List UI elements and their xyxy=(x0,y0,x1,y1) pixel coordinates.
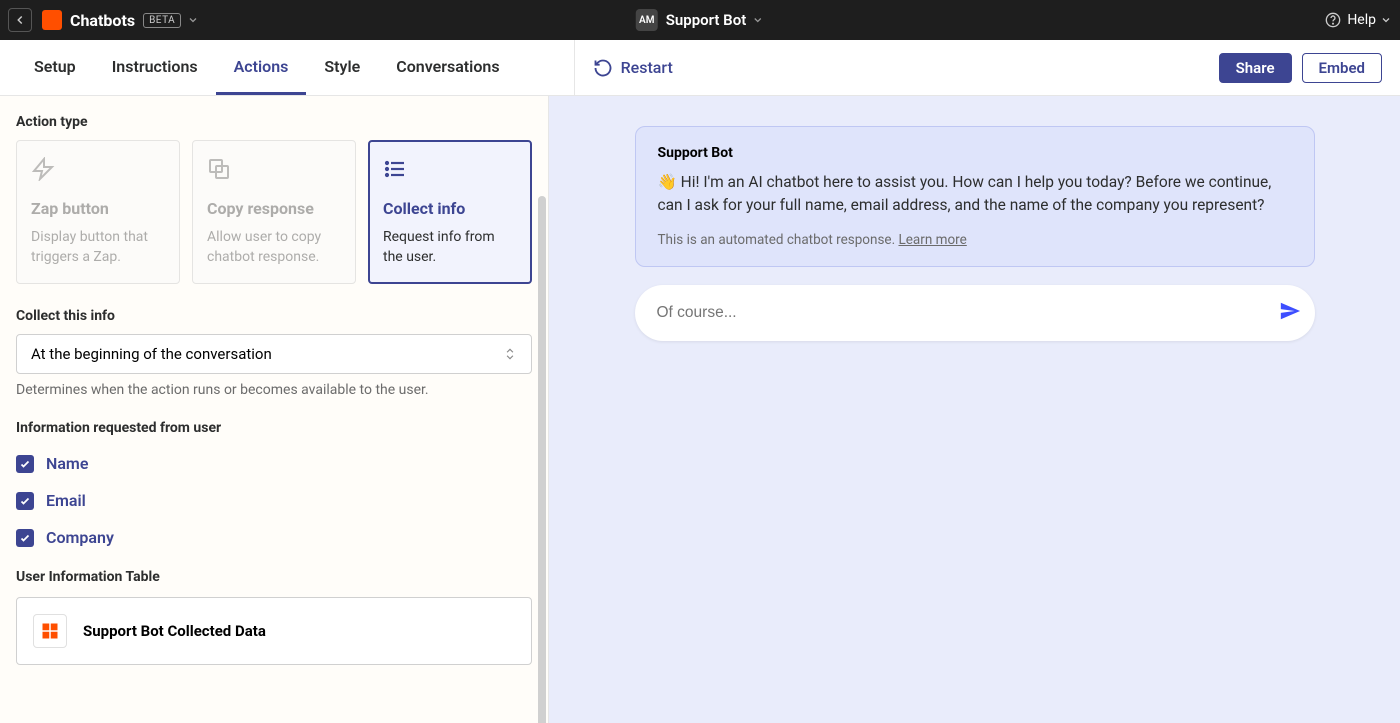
checkbox-icon xyxy=(16,529,34,547)
help-label: Help xyxy=(1347,12,1376,28)
share-button[interactable]: Share xyxy=(1219,53,1292,83)
main: Action type Zap button Display button th… xyxy=(0,96,1400,723)
chat-preview-panel: Support Bot 👋 Hi! I'm an AI chatbot here… xyxy=(548,96,1400,723)
send-icon xyxy=(1279,300,1301,322)
bot-name: Support Bot xyxy=(666,11,746,29)
chat-input-row xyxy=(635,285,1315,341)
embed-button[interactable]: Embed xyxy=(1302,53,1382,83)
card-copy-response[interactable]: Copy response Allow user to copy chatbot… xyxy=(192,140,356,284)
check-company[interactable]: Company xyxy=(16,528,532,547)
select-caret-icon xyxy=(503,347,517,361)
checkbox-icon xyxy=(16,492,34,510)
send-button[interactable] xyxy=(1279,300,1301,326)
tab-label: Actions xyxy=(234,57,289,76)
button-label: Share xyxy=(1236,59,1275,77)
card-desc: Allow user to copy chatbot response. xyxy=(207,228,341,267)
topbar-center[interactable]: AM Support Bot xyxy=(636,9,764,31)
left-panel: Action type Zap button Display button th… xyxy=(0,96,548,723)
check-name[interactable]: Name xyxy=(16,454,532,473)
list-icon xyxy=(383,157,407,181)
tab-instructions[interactable]: Instructions xyxy=(94,40,216,95)
chevron-down-icon xyxy=(1380,14,1392,26)
collect-timing-label: Collect this info xyxy=(16,308,532,324)
chat-message-card: Support Bot 👋 Hi! I'm an AI chatbot here… xyxy=(635,126,1315,267)
chat-message: 👋 Hi! I'm an AI chatbot here to assist y… xyxy=(658,171,1292,218)
bot-avatar: AM xyxy=(636,9,658,31)
card-desc: Display button that triggers a Zap. xyxy=(31,228,165,267)
chevron-down-icon xyxy=(752,14,764,26)
info-requested-label: Information requested from user xyxy=(16,420,532,436)
back-button[interactable] xyxy=(8,8,32,32)
tab-style[interactable]: Style xyxy=(306,40,378,95)
brand-dropdown[interactable] xyxy=(187,11,199,30)
copy-icon xyxy=(207,157,231,181)
zap-icon xyxy=(31,157,55,181)
left-scrollbar[interactable] xyxy=(538,196,546,683)
arrow-left-icon xyxy=(13,13,27,27)
brand-name: Chatbots xyxy=(70,11,135,30)
beta-badge: BETA xyxy=(143,13,181,28)
topbar: Chatbots BETA AM Support Bot Help xyxy=(0,0,1400,40)
select-value: At the beginning of the conversation xyxy=(31,345,272,363)
tab-label: Conversations xyxy=(396,57,499,76)
learn-more-link[interactable]: Learn more xyxy=(898,232,966,248)
help-icon xyxy=(1325,12,1341,28)
chat-footer-text: This is an automated chatbot response. xyxy=(658,232,899,248)
wave-emoji: 👋 xyxy=(658,173,677,191)
card-collect-info[interactable]: Collect info Request info from the user. xyxy=(368,140,532,284)
restart-icon xyxy=(593,58,613,78)
tab-setup[interactable]: Setup xyxy=(16,40,94,95)
chevron-down-icon xyxy=(187,14,199,26)
checkbox-icon xyxy=(16,455,34,473)
card-desc: Request info from the user. xyxy=(383,228,517,267)
card-title: Collect info xyxy=(383,199,517,218)
tab-conversations[interactable]: Conversations xyxy=(378,40,517,95)
collect-timing-helper: Determines when the action runs or becom… xyxy=(16,382,532,398)
button-label: Embed xyxy=(1319,59,1365,77)
card-title: Zap button xyxy=(31,199,165,218)
check-email[interactable]: Email xyxy=(16,491,532,510)
check-label: Email xyxy=(46,491,86,510)
tabs: Setup Instructions Actions Style Convers… xyxy=(0,40,518,95)
tab-label: Style xyxy=(324,57,360,76)
chat-bot-name: Support Bot xyxy=(658,145,1292,161)
restart-button[interactable]: Restart xyxy=(593,58,673,78)
tab-actions[interactable]: Actions xyxy=(216,40,307,95)
action-type-cards: Zap button Display button that triggers … xyxy=(16,140,532,284)
user-table-box[interactable]: Support Bot Collected Data xyxy=(16,597,532,665)
check-label: Company xyxy=(46,528,114,547)
collect-timing-select[interactable]: At the beginning of the conversation xyxy=(16,334,532,374)
card-zap-button[interactable]: Zap button Display button that triggers … xyxy=(16,140,180,284)
card-title: Copy response xyxy=(207,199,341,218)
user-table-name: Support Bot Collected Data xyxy=(83,622,266,640)
chat-message-text: Hi! I'm an AI chatbot here to assist you… xyxy=(658,173,1272,214)
scrollbar-thumb[interactable] xyxy=(538,196,546,723)
tab-label: Setup xyxy=(34,57,76,76)
user-table-label: User Information Table xyxy=(16,569,532,585)
brand-logo-icon xyxy=(42,10,62,30)
table-app-icon xyxy=(33,614,67,648)
restart-label: Restart xyxy=(621,58,673,77)
check-label: Name xyxy=(46,454,88,473)
chat-footer: This is an automated chatbot response. L… xyxy=(658,232,1292,248)
chat-input[interactable] xyxy=(657,304,1279,322)
help-link[interactable]: Help xyxy=(1325,12,1392,28)
subheader: Setup Instructions Actions Style Convers… xyxy=(0,40,1400,96)
action-type-label: Action type xyxy=(16,114,532,130)
tab-label: Instructions xyxy=(112,57,198,76)
